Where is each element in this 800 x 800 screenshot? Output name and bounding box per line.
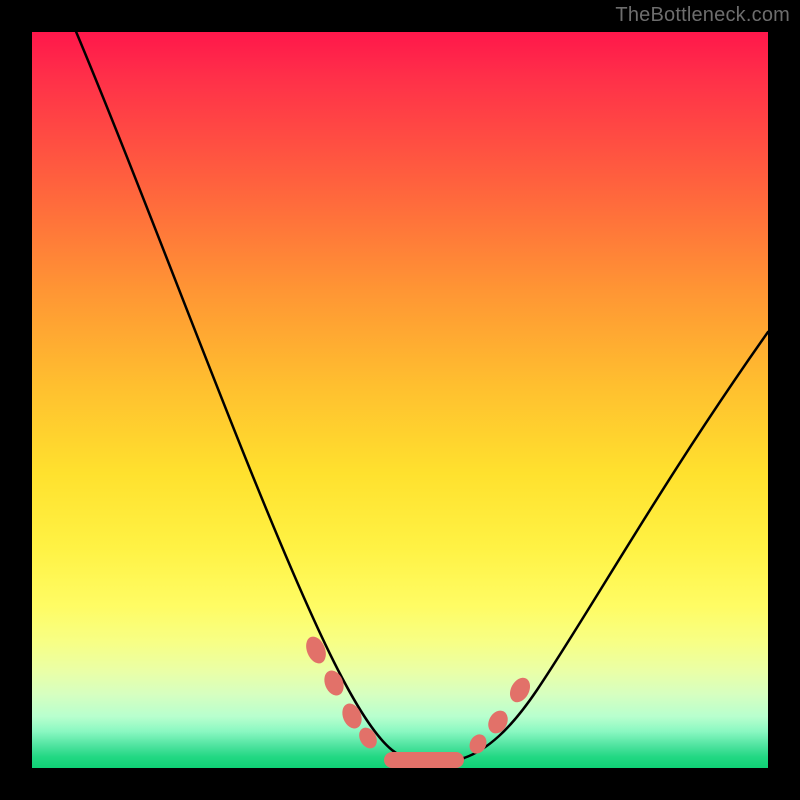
marker-point — [339, 701, 365, 732]
curve-svg — [32, 32, 768, 768]
curve-right-branch — [464, 332, 768, 758]
plot-area — [32, 32, 768, 768]
curve-left-branch — [72, 32, 422, 761]
marker-point — [356, 724, 381, 751]
marker-point — [321, 668, 347, 699]
marker-point — [384, 752, 464, 768]
marker-point — [484, 707, 511, 737]
marker-point — [466, 731, 490, 756]
marker-group — [302, 634, 534, 768]
marker-point — [302, 634, 329, 667]
outer-frame: TheBottleneck.com — [0, 0, 800, 800]
watermark-text: TheBottleneck.com — [615, 4, 790, 27]
